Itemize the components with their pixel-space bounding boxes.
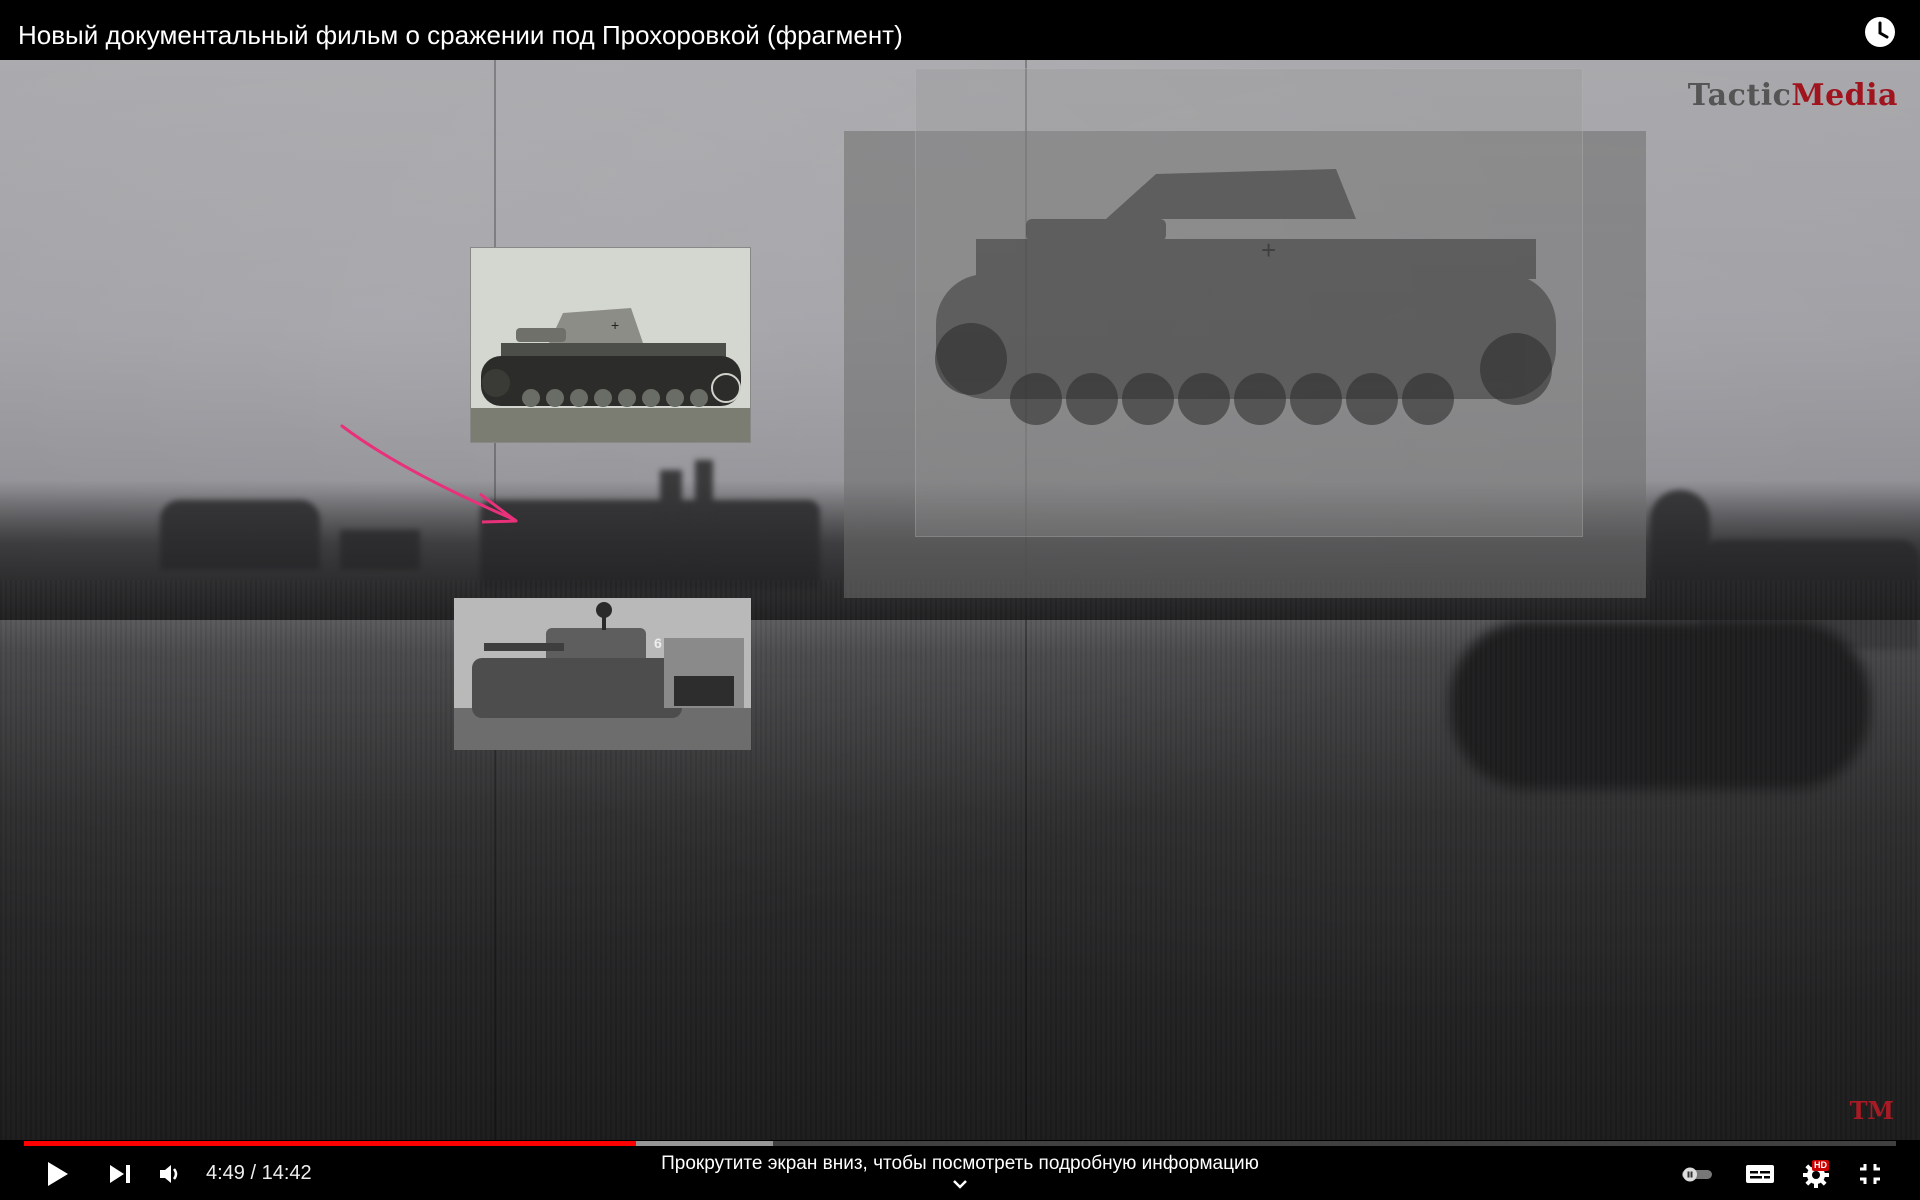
logo-text-part1: Tactic [1687, 78, 1792, 113]
subtitles-button[interactable] [1740, 1154, 1780, 1194]
autoplay-toggle-icon [1682, 1167, 1712, 1182]
svg-text:6: 6 [654, 635, 662, 651]
corner-watermark: TM [1849, 1096, 1894, 1125]
panzer-photo: 6 [454, 598, 751, 750]
subtitles-icon [1746, 1165, 1774, 1183]
grass-field [0, 580, 1920, 1140]
arrow-annotation [340, 424, 518, 524]
scroll-hint[interactable]: Прокрутите экран вниз, чтобы посмотреть … [0, 1152, 1920, 1176]
exit-fullscreen-button[interactable] [1850, 1154, 1890, 1194]
svg-text:+: + [611, 317, 619, 333]
video-frame[interactable]: + + 6 TacticMedia TM [0, 60, 1920, 1140]
chevron-down-icon[interactable] [950, 1176, 970, 1192]
clock-icon [1865, 17, 1895, 47]
channel-logo: TacticMedia [1688, 78, 1898, 113]
autoplay-toggle[interactable] [1678, 1154, 1718, 1194]
video-title[interactable]: Новый документальный фильм о сражении по… [18, 18, 903, 52]
hd-badge: HD [1812, 1160, 1829, 1171]
exit-fullscreen-icon [1860, 1164, 1880, 1184]
tank-photo-large: + [935, 169, 1556, 425]
watch-later-button[interactable] [1862, 14, 1898, 50]
logo-text-part2: Media [1791, 78, 1898, 113]
svg-text:+: + [1261, 235, 1276, 265]
title-bar: Новый документальный фильм о сражении по… [0, 0, 1920, 60]
overlay-photo: + [915, 68, 1583, 537]
tank-photo-inset-bottom: 6 [454, 598, 751, 750]
player-controls: 4:49 / 14:42 Прокрутите экран вниз, чтоб… [0, 1146, 1920, 1200]
